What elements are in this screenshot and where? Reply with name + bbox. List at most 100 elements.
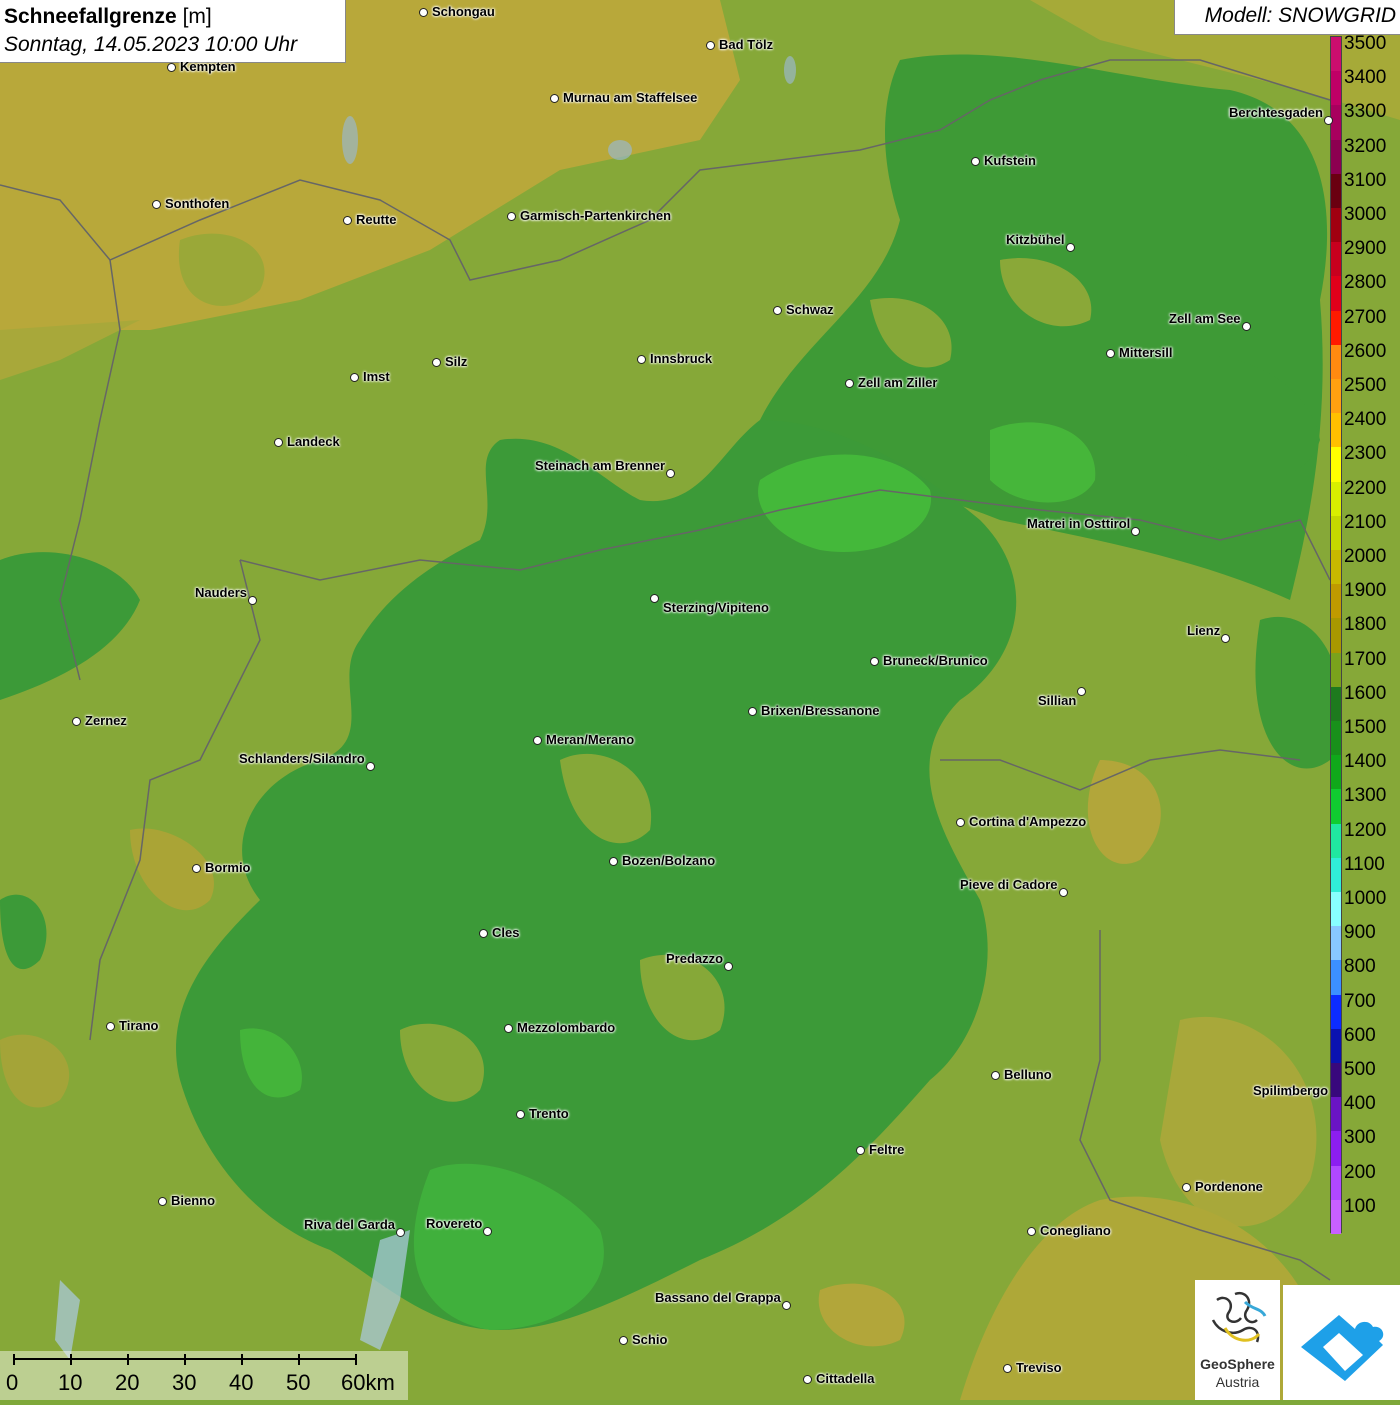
city-marker	[350, 373, 359, 382]
city-label: Sterzing/Vipiteno	[663, 600, 769, 615]
city-label: Zell am See	[1169, 311, 1241, 326]
city-label: Bormio	[205, 860, 251, 875]
city-label: Kufstein	[984, 153, 1036, 168]
legend-label: 1600	[1344, 682, 1387, 704]
city-label: Sillian	[1038, 693, 1077, 708]
model-label: Modell: SNOWGRID	[1174, 0, 1400, 35]
city-label: Spilimbergo	[1253, 1083, 1329, 1098]
city-label: Steinach am Brenner	[535, 458, 666, 473]
city-label: Conegliano	[1040, 1223, 1111, 1238]
geosphere-logo: GeoSphere Austria	[1195, 1280, 1280, 1400]
city-label: Treviso	[1016, 1360, 1062, 1375]
legend-swatch	[1331, 686, 1341, 722]
city-marker	[650, 594, 659, 603]
legend-swatch	[1331, 584, 1341, 619]
city-marker	[152, 200, 161, 209]
legend-swatch	[1331, 37, 1341, 72]
city-marker	[1027, 1227, 1036, 1236]
geosphere-emblem-icon	[1211, 1291, 1267, 1343]
partner-logo	[1283, 1285, 1400, 1400]
scale-label: 0	[6, 1370, 19, 1395]
scale-label: 60km	[341, 1370, 395, 1395]
map-title: Schneefallgrenze [m]	[4, 3, 341, 31]
city-marker	[971, 157, 980, 166]
snow-drop-icon	[1301, 1315, 1384, 1381]
city-marker	[609, 857, 618, 866]
city-label: Pordenone	[1195, 1179, 1263, 1194]
city-marker	[1221, 634, 1230, 643]
city-label: Trento	[529, 1106, 569, 1121]
city-label: Zernez	[85, 713, 127, 728]
legend-swatch	[1331, 652, 1341, 688]
legend-swatch	[1331, 413, 1341, 448]
legend-swatch	[1331, 857, 1341, 893]
legend-label: 1200	[1344, 819, 1387, 841]
city-label: Pieve di Cadore	[960, 877, 1058, 892]
city-label: Innsbruck	[650, 351, 713, 366]
city-label: Schwaz	[786, 302, 834, 317]
city-label: Schongau	[432, 4, 495, 19]
scale-label: 20	[115, 1370, 140, 1395]
city-label: Bruneck/Brunico	[883, 653, 988, 668]
logo-line1: GeoSphere	[1200, 1356, 1275, 1372]
scale-bar: 0 10 20 30 40 50 60km	[0, 1351, 408, 1400]
city-label: Cles	[492, 925, 520, 940]
legend-swatch	[1331, 447, 1341, 483]
city-label: Murnau am Staffelsee	[563, 90, 698, 105]
city-marker	[619, 1336, 628, 1345]
legend-label: 100	[1344, 1195, 1376, 1217]
city-marker	[1003, 1364, 1012, 1373]
legend-label: 2600	[1344, 340, 1387, 362]
city-marker	[637, 355, 646, 364]
city-marker	[856, 1146, 865, 1155]
city-marker	[991, 1071, 1000, 1080]
legend-label: 2000	[1344, 546, 1387, 567]
legend-label: 3000	[1344, 204, 1387, 225]
city-label: Bad Tölz	[719, 37, 774, 52]
legend-swatch	[1331, 208, 1341, 243]
legend-label: 300	[1344, 1127, 1376, 1149]
legend-label: 200	[1344, 1161, 1376, 1183]
legend-swatch	[1331, 994, 1341, 1030]
city-marker	[274, 438, 283, 447]
city-label: Kitzbühel	[1006, 232, 1065, 247]
legend-label: 900	[1344, 922, 1376, 944]
legend-label: 2800	[1344, 272, 1387, 294]
city-label: Reutte	[356, 212, 397, 227]
legend-swatch	[1331, 1097, 1341, 1132]
city-label: Bienno	[171, 1193, 216, 1208]
scale-label: 50	[286, 1370, 311, 1395]
legend-swatch	[1331, 721, 1341, 756]
city-label: Meran/Merano	[546, 732, 635, 747]
legend-label: 1000	[1344, 888, 1387, 909]
legend-label: 600	[1344, 1024, 1376, 1046]
legend-label: 1500	[1344, 717, 1387, 738]
logo-line2: Austria	[1215, 1374, 1260, 1390]
legend-swatch	[1331, 515, 1341, 551]
legend-label: 2200	[1344, 477, 1387, 499]
legend-label: 2900	[1344, 238, 1387, 260]
city-label: Brixen/Bressanone	[761, 703, 880, 718]
legend-label: 3400	[1344, 67, 1387, 89]
city-marker	[956, 818, 965, 827]
legend-swatch	[1331, 105, 1341, 141]
legend-swatch	[1331, 926, 1341, 961]
city-label: Mittersill	[1119, 345, 1173, 360]
city-marker	[483, 1227, 492, 1236]
scale-label: 10	[58, 1370, 83, 1395]
city-marker	[803, 1375, 812, 1384]
city-label: Silz	[445, 354, 468, 369]
city-marker	[748, 707, 757, 716]
legend-label: 1300	[1344, 785, 1387, 807]
legend-label: 3300	[1344, 101, 1387, 123]
city-label: Imst	[363, 369, 390, 384]
city-label: Tirano	[119, 1018, 159, 1033]
legend-label: 400	[1344, 1093, 1376, 1115]
legend-label: 1700	[1344, 648, 1387, 670]
city-label: Cortina d'Ampezzo	[969, 814, 1087, 829]
city-marker	[845, 379, 854, 388]
legend-swatch	[1331, 276, 1341, 312]
scale-label: 30	[172, 1370, 197, 1395]
legend-label: 1800	[1344, 614, 1387, 636]
legend-swatch	[1331, 1199, 1341, 1235]
